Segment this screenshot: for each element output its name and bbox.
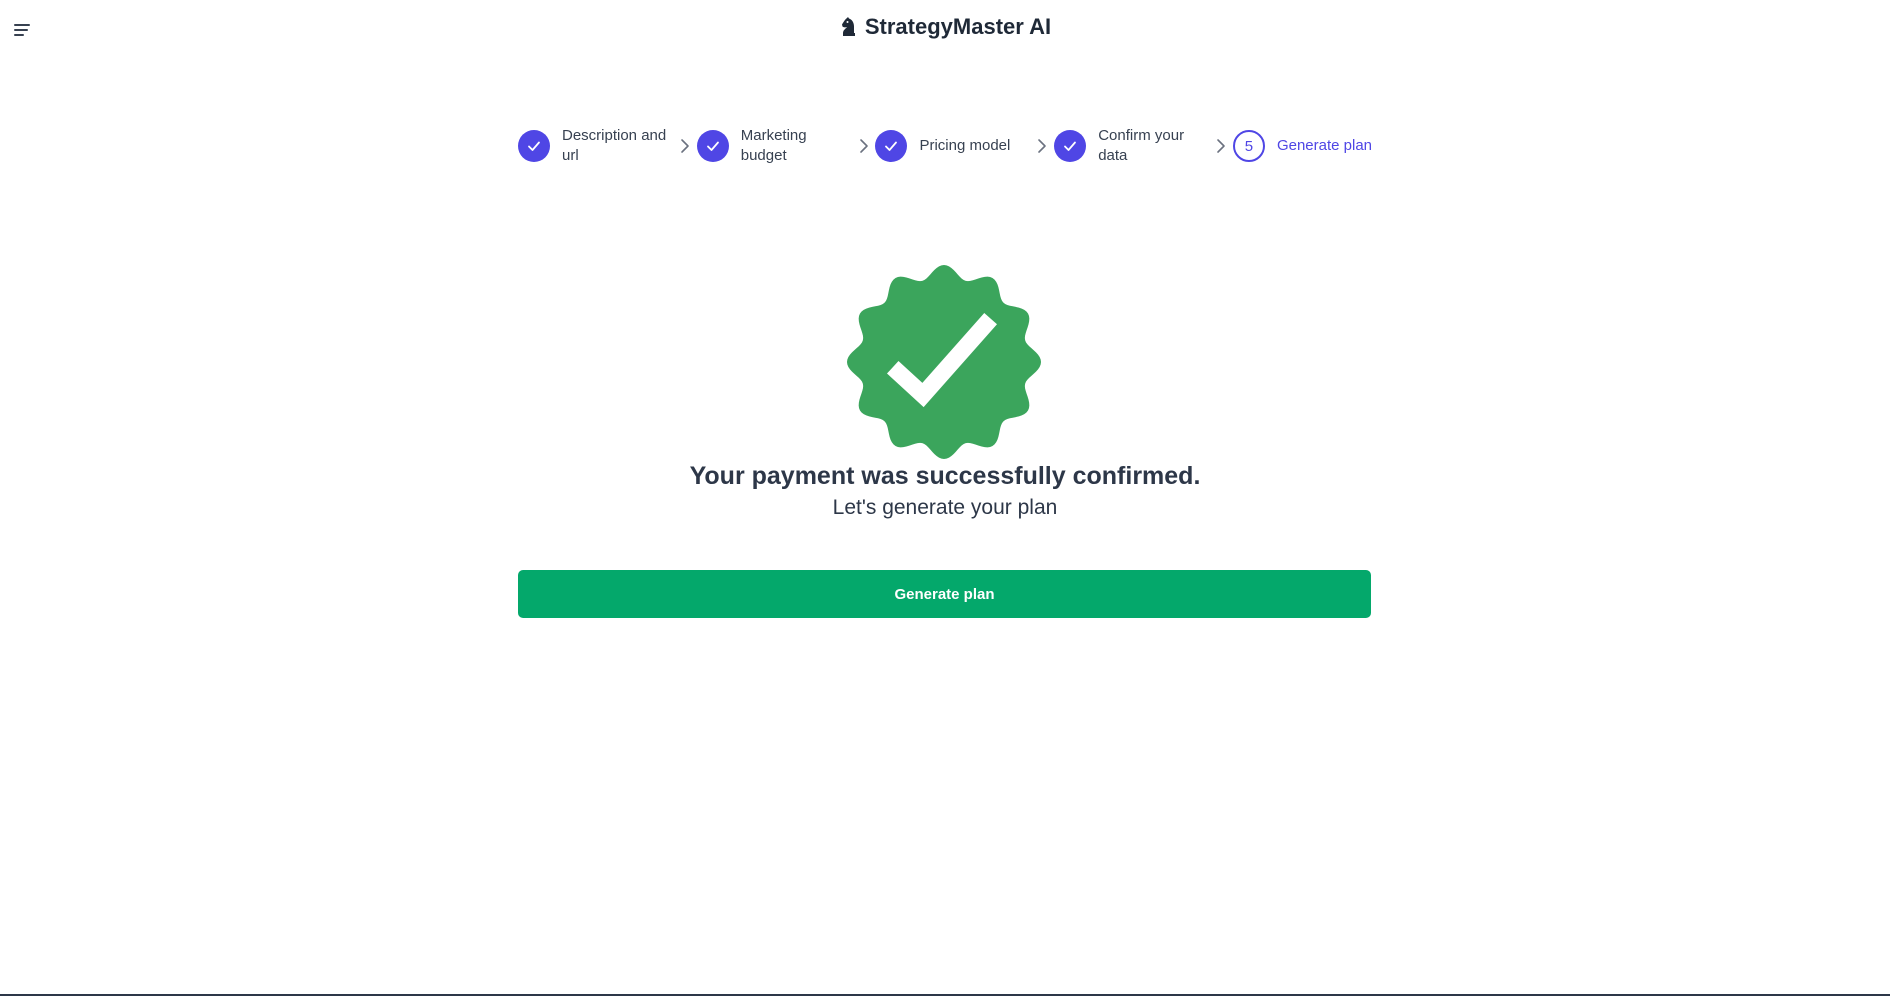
step-complete-circle <box>875 130 908 162</box>
step-label: Generate plan <box>1276 137 1373 154</box>
step-confirm-data[interactable]: Confirm your data <box>1054 126 1233 166</box>
step-label: Marketing budget <box>740 127 807 164</box>
step-marketing-budget[interactable]: Marketing budget <box>696 126 876 166</box>
step-description[interactable]: Description and url <box>518 126 697 166</box>
success-subline: Let's generate your plan <box>832 496 1058 519</box>
chevron-right-icon <box>1038 139 1047 153</box>
step-number-circle: 5 <box>1232 130 1265 162</box>
step-complete-circle <box>1054 130 1087 162</box>
step-pricing-model[interactable]: Pricing model <box>875 130 1054 162</box>
brand: StrategyMaster AI <box>0 14 1890 40</box>
check-icon <box>885 141 898 151</box>
chevron-right-icon <box>859 139 868 153</box>
step-label: Pricing model <box>919 137 1011 154</box>
generate-plan-button[interactable]: Generate plan <box>518 570 1371 618</box>
check-icon <box>706 141 719 151</box>
chess-knight-icon <box>841 17 855 36</box>
step-label: Confirm your data <box>1098 127 1185 164</box>
progress-stepper: Description and url Marketing budget Pri… <box>518 126 1372 166</box>
check-icon <box>528 141 540 151</box>
page: StrategyMaster AI Description and url Ma… <box>0 0 1890 996</box>
step-generate-plan[interactable]: 5 Generate plan <box>1232 130 1373 162</box>
chevron-right-icon <box>1217 139 1226 153</box>
success-headline: Your payment was successfully confirmed. <box>689 462 1201 490</box>
step-label: Description and url <box>562 127 667 164</box>
check-icon <box>1064 141 1077 151</box>
step-complete-circle <box>696 130 729 162</box>
app-title: StrategyMaster AI <box>864 14 1052 39</box>
step-complete-circle <box>518 130 550 162</box>
verified-badge-icon <box>847 265 1041 459</box>
chevron-right-icon <box>681 139 689 153</box>
